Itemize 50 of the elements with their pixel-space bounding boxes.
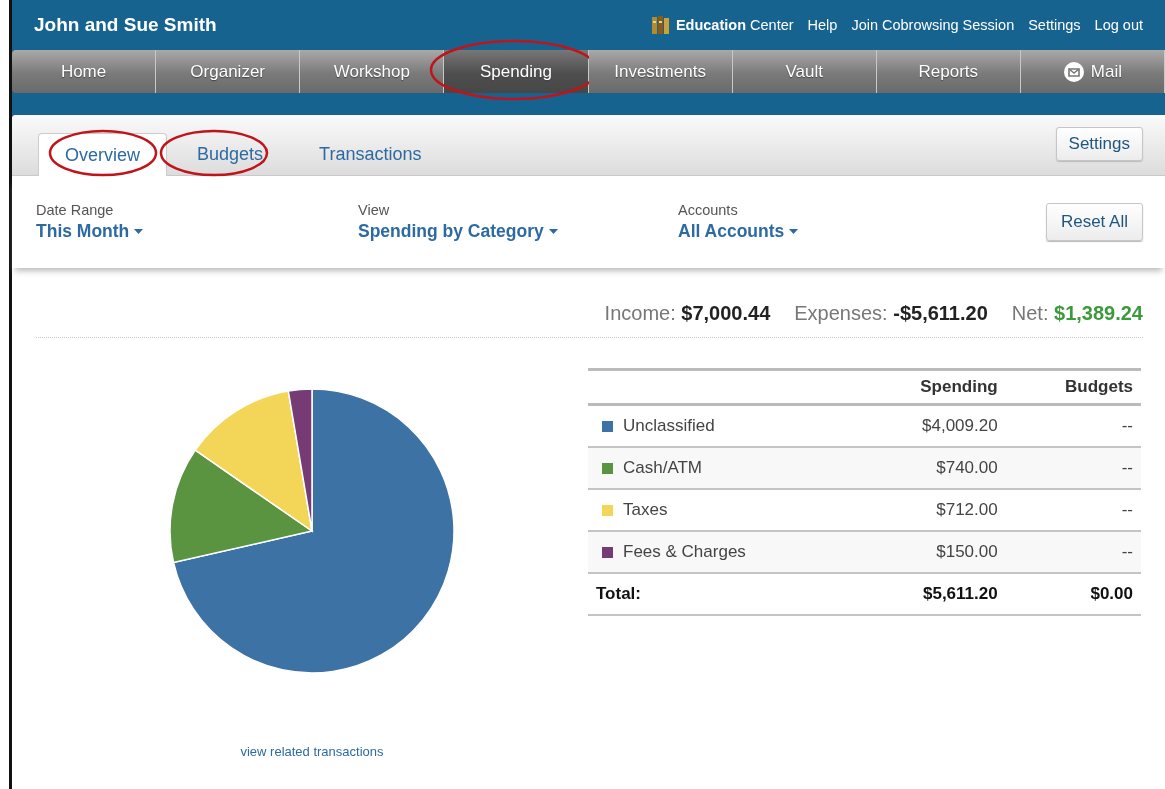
category-name: Unclassified — [623, 416, 715, 436]
table-cell: $150.00 — [936, 542, 998, 561]
transactions-link[interactable]: view related transactions — [240, 744, 384, 759]
nav-tab[interactable]: Home — [12, 50, 157, 93]
nav-tab[interactable]: Investments — [588, 50, 733, 93]
filter-label: View — [358, 202, 391, 218]
table-cell: -- — [1121, 458, 1133, 477]
nav-tab[interactable]: Spending — [444, 50, 589, 93]
tab[interactable]: Transactions — [293, 133, 448, 175]
settings-button[interactable]: Settings — [1055, 127, 1143, 161]
book-icon — [650, 15, 671, 35]
caret-icon — [548, 229, 558, 234]
table-cell: $712.00 — [936, 500, 998, 519]
summary-figure: Income: $7,000.44 — [604, 302, 771, 325]
nav-tab[interactable]: Workshop — [300, 50, 445, 93]
filter-dropdown[interactable]: All Accounts — [678, 221, 1046, 242]
table-cell: $5,611.20 — [922, 584, 998, 603]
filter-dropdown[interactable]: This Month — [36, 221, 358, 242]
summary-figure: Net: $1,389.24 — [1011, 302, 1143, 325]
reset-button[interactable]: Reset All — [1045, 203, 1143, 241]
account-name: John and Sue Smith — [34, 14, 218, 36]
caret-icon — [789, 229, 799, 234]
nav-tab[interactable]: Reports — [876, 50, 1021, 93]
nav-tab[interactable]: Organizer — [156, 50, 301, 93]
header-link[interactable]: Education Center — [650, 15, 794, 35]
filter-label: Date Range — [36, 202, 115, 218]
table-cell: $740.00 — [936, 458, 998, 477]
category-name: Fees & Charges — [623, 542, 746, 562]
tab[interactable]: Budgets — [171, 133, 290, 175]
table-cell: $0.00 — [1090, 584, 1133, 603]
category-name: Taxes — [623, 500, 668, 520]
column-header: Budgets — [1065, 377, 1133, 396]
column-header: Spending — [920, 377, 998, 396]
mail-icon — [1062, 60, 1085, 83]
table-cell: -- — [1121, 500, 1133, 519]
table-cell: $4,009.20 — [922, 416, 998, 435]
caret-icon — [134, 229, 144, 234]
header-link[interactable]: Help — [807, 17, 838, 33]
nav-tab[interactable]: Vault — [732, 50, 877, 93]
table-cell: -- — [1121, 416, 1133, 435]
header-link[interactable]: Log out — [1094, 17, 1143, 33]
header-link[interactable]: Settings — [1028, 17, 1081, 33]
table-cell: -- — [1121, 542, 1133, 561]
header-link[interactable]: Join Cobrowsing Session — [851, 17, 1015, 33]
nav-tab[interactable]: Mail — [1020, 50, 1165, 93]
filter-label: Accounts — [678, 202, 739, 218]
summary-figure: Expenses: -$5,611.20 — [794, 302, 988, 325]
category-name: Cash/ATM — [623, 458, 703, 478]
filter-dropdown[interactable]: Spending by Category — [358, 221, 678, 242]
total-label: Total: — [596, 584, 641, 603]
